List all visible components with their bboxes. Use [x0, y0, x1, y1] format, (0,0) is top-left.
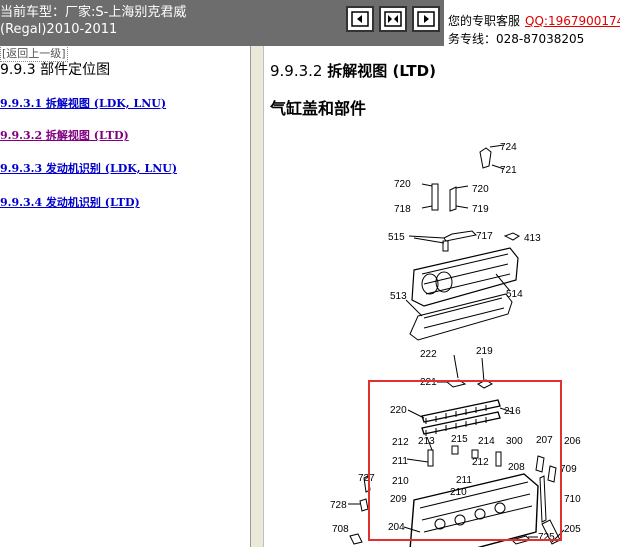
- callout-label: 205: [564, 524, 581, 535]
- header-bar: 当前车型：厂家:S-上海别克君威(Regal)2010-2011 您的专职客服 Q…: [0, 0, 620, 46]
- callout-label: 710: [564, 494, 581, 505]
- callout-label: 708: [332, 524, 349, 535]
- page-nav: [346, 6, 440, 32]
- toc-pane: [返回上一级] 9.9.3 部件定位图 9.9.3.1 拆解视图 (LDK, L…: [0, 46, 250, 547]
- callout-label: 717: [476, 231, 493, 242]
- callout-label: 206: [564, 436, 581, 447]
- callout-label: 513: [390, 291, 407, 302]
- toc-link[interactable]: 9.9.3.3 发动机识别 (LDK, LNU): [0, 160, 177, 176]
- previous-page-icon[interactable]: [346, 6, 374, 32]
- next-page-icon[interactable]: [412, 6, 440, 32]
- toc-link[interactable]: 9.9.3.1 拆解视图 (LDK, LNU): [0, 95, 166, 111]
- toc-link-current[interactable]: 9.9.3.2 拆解视图 (LTD): [0, 127, 129, 143]
- hotline: 务专线：028-87038205: [448, 32, 585, 46]
- support-row: 您的专职客服 QQ:1967900174: [448, 12, 620, 29]
- toc-link[interactable]: 9.9.3.4 发动机识别 (LTD): [0, 194, 140, 210]
- callout-label: 720: [394, 179, 411, 190]
- pane-divider-scrollbar[interactable]: [250, 46, 264, 547]
- callout-label: 718: [394, 204, 411, 215]
- callout-label: 720: [472, 184, 489, 195]
- callout-label: 724: [500, 142, 517, 153]
- callout-label: 219: [476, 346, 493, 357]
- support-label: 您的专职客服: [448, 14, 521, 28]
- callout-label: 721: [500, 165, 517, 176]
- callout-label: 709: [560, 464, 577, 475]
- highlight-box: [368, 380, 562, 541]
- callout-label: 514: [506, 289, 523, 300]
- support-panel: 您的专职客服 QQ:1967900174 务专线：028-87038205: [444, 0, 620, 46]
- callout-label: 719: [472, 204, 489, 215]
- support-qq-link[interactable]: QQ:1967900174: [525, 14, 620, 28]
- callout-label: 413: [524, 233, 541, 244]
- document-pane: 9.9.3.2 拆解视图 (LTD) 气缸盖和部件 724 721 720 72…: [264, 46, 620, 547]
- expand-icon[interactable]: [379, 6, 407, 32]
- vehicle-label: 当前车型：厂家:S-上海别克君威(Regal)2010-2011: [0, 5, 187, 37]
- callout-label: 222: [420, 349, 437, 360]
- section-title: 9.9.3 部件定位图: [0, 62, 111, 78]
- callout-label: 515: [388, 232, 405, 243]
- callout-label: 728: [330, 500, 347, 511]
